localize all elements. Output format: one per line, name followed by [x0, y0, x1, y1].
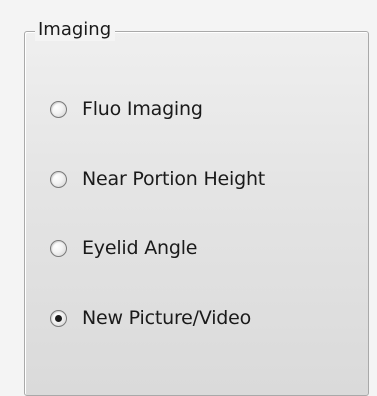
radio-option-new-picture-video[interactable]: New Picture/Video	[50, 305, 251, 331]
radio-option-fluo-imaging[interactable]: Fluo Imaging	[50, 96, 203, 122]
radio-label[interactable]: Near Portion Height	[82, 168, 265, 190]
groupbox-title: Imaging	[35, 19, 116, 41]
imaging-groupbox	[24, 31, 369, 396]
radio-label[interactable]: Eyelid Angle	[82, 237, 197, 259]
radio-option-eyelid-angle[interactable]: Eyelid Angle	[50, 235, 197, 261]
radio-button-icon[interactable]	[50, 309, 67, 327]
radio-button-icon[interactable]	[50, 170, 67, 188]
radio-selected-dot	[55, 314, 62, 322]
radio-option-near-portion-height[interactable]: Near Portion Height	[50, 166, 265, 192]
radio-label[interactable]: Fluo Imaging	[82, 98, 203, 120]
radio-label[interactable]: New Picture/Video	[82, 307, 251, 329]
radio-button-icon[interactable]	[50, 239, 67, 257]
radio-button-icon[interactable]	[50, 100, 67, 118]
